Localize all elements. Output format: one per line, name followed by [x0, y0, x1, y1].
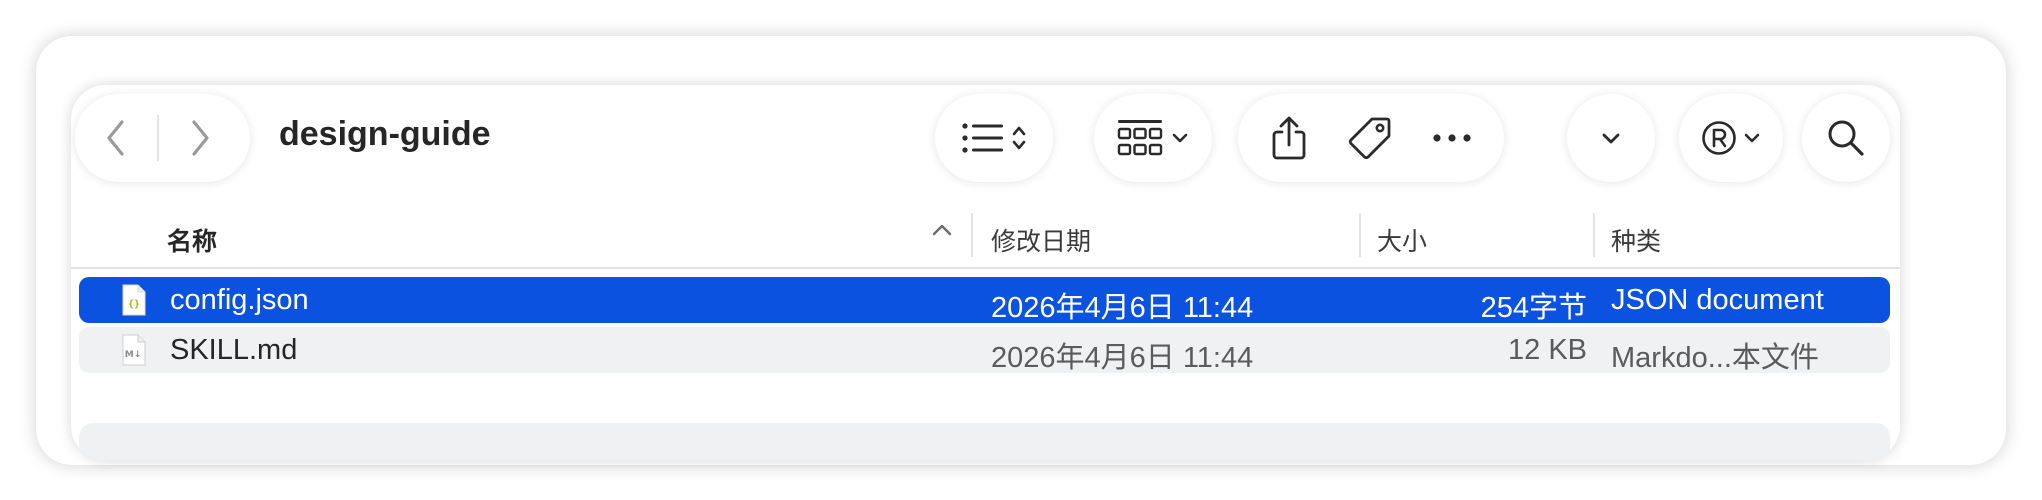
list-view-icon	[962, 123, 1003, 153]
chevron-down-icon	[1172, 133, 1188, 143]
file-name: SKILL.md	[170, 334, 298, 366]
column-divider[interactable]	[971, 213, 973, 257]
finder-window: design-guide 名称 修改日期 大小 种类 {} config.jso…	[71, 85, 1900, 460]
file-kind: JSON document	[1611, 284, 1824, 316]
column-header-modified[interactable]: 修改日期	[991, 222, 1091, 258]
column-header-kind[interactable]: 种类	[1611, 222, 1661, 258]
window-title: design-guide	[279, 115, 491, 153]
forward-button[interactable]	[159, 94, 241, 182]
chevron-down-icon	[1602, 133, 1620, 144]
actions-group	[1238, 94, 1504, 182]
file-name: config.json	[170, 284, 309, 316]
share-icon	[1272, 116, 1306, 160]
column-header-size[interactable]: 大小	[1377, 222, 1427, 258]
file-modified: 2026年4月6日 11:44	[991, 342, 1254, 374]
tag-button[interactable]	[1347, 94, 1393, 182]
file-modified: 2026年4月6日 11:44	[991, 292, 1254, 324]
toolbar-dropdown-button[interactable]	[1567, 94, 1655, 182]
svg-text:{}: {}	[128, 299, 140, 310]
tag-icon	[1348, 117, 1391, 160]
file-size: 12 KB	[1508, 334, 1587, 366]
share-button[interactable]	[1270, 94, 1308, 182]
sort-ascending-icon[interactable]	[931, 223, 953, 237]
more-button[interactable]	[1432, 94, 1472, 182]
column-header-row: 名称 修改日期 大小 种类	[71, 203, 1900, 269]
nav-group	[75, 94, 250, 182]
file-kind: Markdo...本文件	[1611, 342, 1819, 374]
column-divider[interactable]	[1593, 213, 1595, 257]
chevron-right-icon	[192, 120, 209, 156]
file-row-skill-md[interactable]: M↓ SKILL.md 2026年4月6日 11:44 12 KB Markdo…	[79, 327, 1890, 374]
group-options-button[interactable]	[1094, 94, 1212, 182]
chevron-down-icon	[1744, 133, 1760, 143]
file-size: 254字节	[1480, 292, 1587, 324]
view-options-button[interactable]	[935, 94, 1053, 182]
svg-text:M↓: M↓	[125, 350, 142, 360]
search-icon	[1828, 120, 1864, 156]
chevron-left-icon	[107, 120, 124, 156]
json-file-icon: {}	[122, 284, 146, 316]
column-divider[interactable]	[1359, 213, 1361, 257]
ellipsis-icon	[1433, 134, 1471, 142]
empty-row-stripe	[79, 423, 1890, 460]
column-header-name[interactable]: 名称	[167, 222, 217, 258]
markdown-file-icon: M↓	[122, 334, 146, 366]
extension-button[interactable]	[1679, 94, 1783, 182]
back-button[interactable]	[75, 94, 157, 182]
registered-icon	[1702, 121, 1736, 155]
grid-group-icon	[1117, 120, 1163, 156]
search-button[interactable]	[1802, 94, 1890, 182]
file-row-config-json[interactable]: {} config.json 2026年4月6日 11:44 254字节 JSO…	[79, 277, 1890, 324]
updown-chevron-icon	[1012, 126, 1026, 150]
